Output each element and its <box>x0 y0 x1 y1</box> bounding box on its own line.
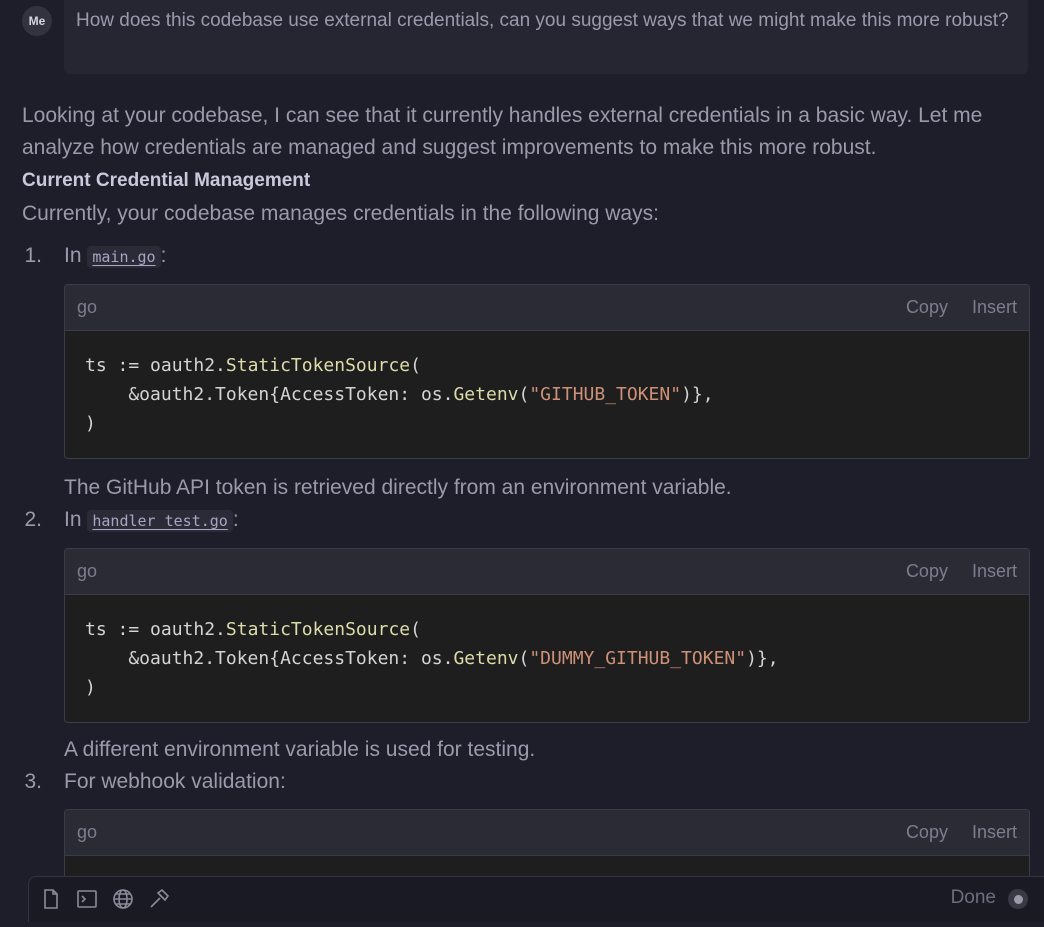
status-indicator-icon[interactable] <box>1008 889 1028 909</box>
terminal-icon[interactable] <box>75 887 99 911</box>
code-header: go Copy Insert <box>65 549 1029 595</box>
item-1-description: The GitHub API token is retrieved direct… <box>64 476 732 499</box>
code-block-1: go Copy Insert ts := oauth2.StaticTokenS… <box>64 284 1030 459</box>
list-item-2: 2. In handler_test.go: <box>0 505 1044 535</box>
code-body[interactable]: ts := oauth2.StaticTokenSource( &oauth2.… <box>65 331 1029 458</box>
copy-button[interactable]: Copy <box>906 561 948 582</box>
list-item-3: 3. For webhook validation: <box>0 767 1044 797</box>
list-item-text: In handler_test.go: <box>64 508 239 532</box>
copy-button[interactable]: Copy <box>906 822 948 843</box>
list-number: 3. <box>24 770 42 793</box>
inline-code-main-go[interactable]: main.go <box>87 246 161 268</box>
bottom-toolbar: Done <box>28 876 1044 922</box>
list-item-text: For webhook validation: <box>64 770 286 793</box>
insert-button[interactable]: Insert <box>972 561 1017 582</box>
code-header: go Copy Insert <box>65 810 1029 856</box>
user-message: How does this codebase use external cred… <box>64 0 1028 74</box>
code-block-2: go Copy Insert ts := oauth2.StaticTokenS… <box>64 548 1030 723</box>
globe-icon[interactable] <box>111 887 135 911</box>
copy-button[interactable]: Copy <box>906 297 948 318</box>
inline-code-handler-test-go[interactable]: handler_test.go <box>87 510 233 532</box>
item-2-description: A different environment variable is used… <box>64 738 536 761</box>
file-icon[interactable] <box>39 887 63 911</box>
hammer-icon[interactable] <box>147 887 171 911</box>
code-header: go Copy Insert <box>65 285 1029 331</box>
insert-button[interactable]: Insert <box>972 297 1017 318</box>
status-text: Done <box>950 887 996 908</box>
list-item-text: In main.go: <box>64 244 167 268</box>
insert-button[interactable]: Insert <box>972 822 1017 843</box>
list-number: 1. <box>24 244 42 267</box>
answer-intro: Looking at your codebase, I can see that… <box>22 104 983 159</box>
user-avatar: Me <box>22 6 52 36</box>
answer-lead: Currently, your codebase manages credent… <box>22 202 659 225</box>
list-item-1: 1. In main.go: <box>0 241 1044 271</box>
code-body[interactable]: ts := oauth2.StaticTokenSource( &oauth2.… <box>65 595 1029 722</box>
assistant-answer: Looking at your codebase, I can see that… <box>22 100 1022 229</box>
code-language: go <box>77 822 98 842</box>
code-language: go <box>77 297 98 317</box>
section-heading: Current Credential Management <box>22 170 311 191</box>
code-language: go <box>77 561 98 581</box>
list-number: 2. <box>24 508 42 531</box>
user-message-row: Me How does this codebase use external c… <box>22 0 1028 76</box>
